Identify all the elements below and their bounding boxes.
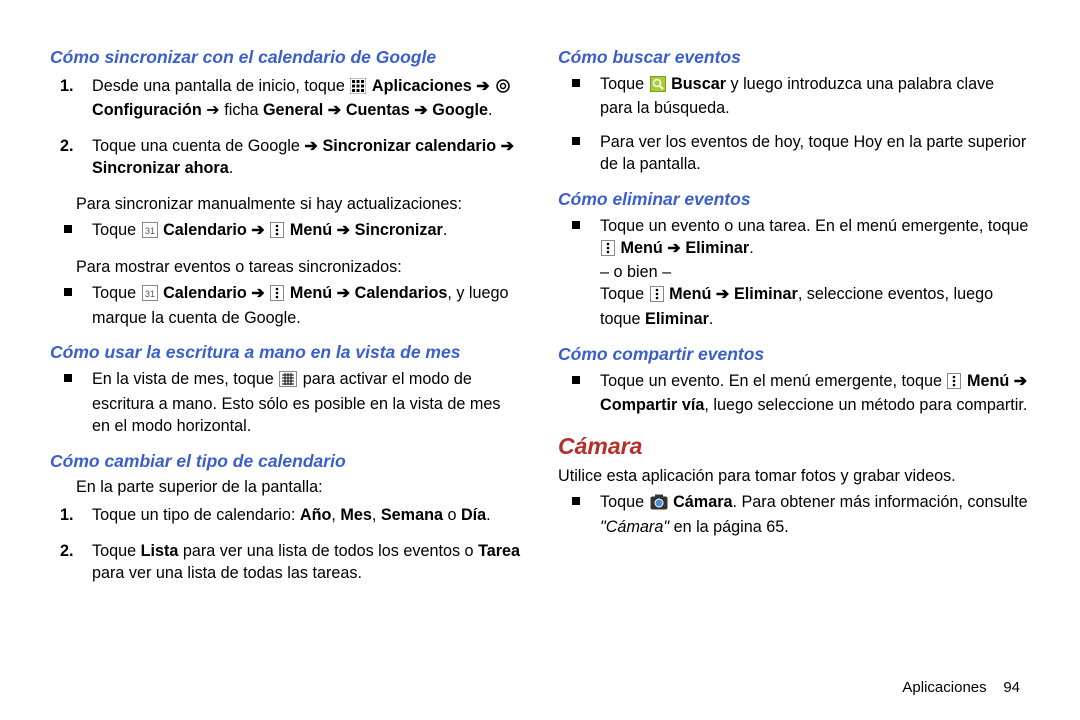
apps-grid-icon xyxy=(350,78,366,101)
handwriting-mode-icon xyxy=(279,371,297,394)
svg-text:31: 31 xyxy=(145,289,155,299)
heading-handwriting: Cómo usar la escritura a mano en la vist… xyxy=(50,341,522,365)
show-events-note: Para mostrar eventos o tareas sincroniza… xyxy=(76,257,522,279)
page-footer: Aplicaciones 94 xyxy=(902,678,1020,698)
change-type-note: En la parte superior de la pantalla: xyxy=(76,477,522,499)
left-column: Cómo sincronizar con el calendario de Go… xyxy=(50,40,540,700)
menu-dots-icon xyxy=(270,285,284,308)
svg-text:31: 31 xyxy=(145,226,155,236)
type-step-1: Toque un tipo de calendario: Año, Mes, S… xyxy=(92,505,522,527)
camera-item: Toque Cámara. Para obtener más informaci… xyxy=(600,492,1030,539)
show-events-list: Toque 31 Calendario ➔ Menú ➔ Calendarios… xyxy=(50,283,522,330)
handwriting-item: En la vista de mes, toque para activar e… xyxy=(92,369,522,438)
footer-page-number: 94 xyxy=(1003,679,1020,696)
search-item-1: Toque Buscar y luego introduzca una pala… xyxy=(600,74,1030,121)
calendar-31-icon: 31 xyxy=(142,222,158,245)
change-type-list: Toque un tipo de calendario: Año, Mes, S… xyxy=(50,505,522,585)
right-column: Cómo buscar eventos Toque Buscar y luego… xyxy=(540,40,1030,700)
share-item: Toque un evento. En el menú emergente, t… xyxy=(600,371,1030,418)
step-2: Toque una cuenta de Google ➔ Sincronizar… xyxy=(92,136,522,180)
sync-manual-list: Toque 31 Calendario ➔ Menú ➔ Sincronizar… xyxy=(50,220,522,245)
calendar-31-icon: 31 xyxy=(142,285,158,308)
sync-manual-item: Toque 31 Calendario ➔ Menú ➔ Sincronizar… xyxy=(92,220,522,245)
manual-page: Cómo sincronizar con el calendario de Go… xyxy=(0,0,1080,720)
camera-icon xyxy=(650,494,668,517)
search-item-2: Para ver los eventos de hoy, toque Hoy e… xyxy=(600,132,1030,176)
footer-section: Aplicaciones xyxy=(902,679,986,696)
sync-manual-note: Para sincronizar manualmente si hay actu… xyxy=(76,194,522,216)
menu-dots-icon xyxy=(270,222,284,245)
delete-item: Toque un evento o una tarea. En el menú … xyxy=(600,216,1030,331)
menu-dots-icon xyxy=(947,373,961,396)
handwriting-list: En la vista de mes, toque para activar e… xyxy=(50,369,522,438)
settings-gear-icon xyxy=(495,78,511,101)
show-events-item: Toque 31 Calendario ➔ Menú ➔ Calendarios… xyxy=(92,283,522,330)
delete-events-list: Toque un evento o una tarea. En el menú … xyxy=(558,216,1030,331)
camera-intro: Utilice esta aplicación para tomar fotos… xyxy=(558,466,1030,488)
heading-delete-events: Cómo eliminar eventos xyxy=(558,188,1030,212)
share-events-list: Toque un evento. En el menú emergente, t… xyxy=(558,371,1030,418)
search-icon xyxy=(650,76,666,99)
type-step-2: Toque Lista para ver una lista de todos … xyxy=(92,541,522,585)
camera-list: Toque Cámara. Para obtener más informaci… xyxy=(558,492,1030,539)
heading-sync-google: Cómo sincronizar con el calendario de Go… xyxy=(50,46,522,70)
sync-steps-list: Desde una pantalla de inicio, toque Apli… xyxy=(50,76,522,180)
step-1: Desde una pantalla de inicio, toque Apli… xyxy=(92,76,522,123)
heading-camera: Cámara xyxy=(558,431,1030,462)
or-divider: – o bien – xyxy=(600,262,1030,284)
menu-dots-icon xyxy=(650,286,664,309)
menu-dots-icon xyxy=(601,240,615,263)
heading-share-events: Cómo compartir eventos xyxy=(558,343,1030,367)
heading-change-type: Cómo cambiar el tipo de calendario xyxy=(50,450,522,474)
heading-search-events: Cómo buscar eventos xyxy=(558,46,1030,70)
search-events-list: Toque Buscar y luego introduzca una pala… xyxy=(558,74,1030,176)
